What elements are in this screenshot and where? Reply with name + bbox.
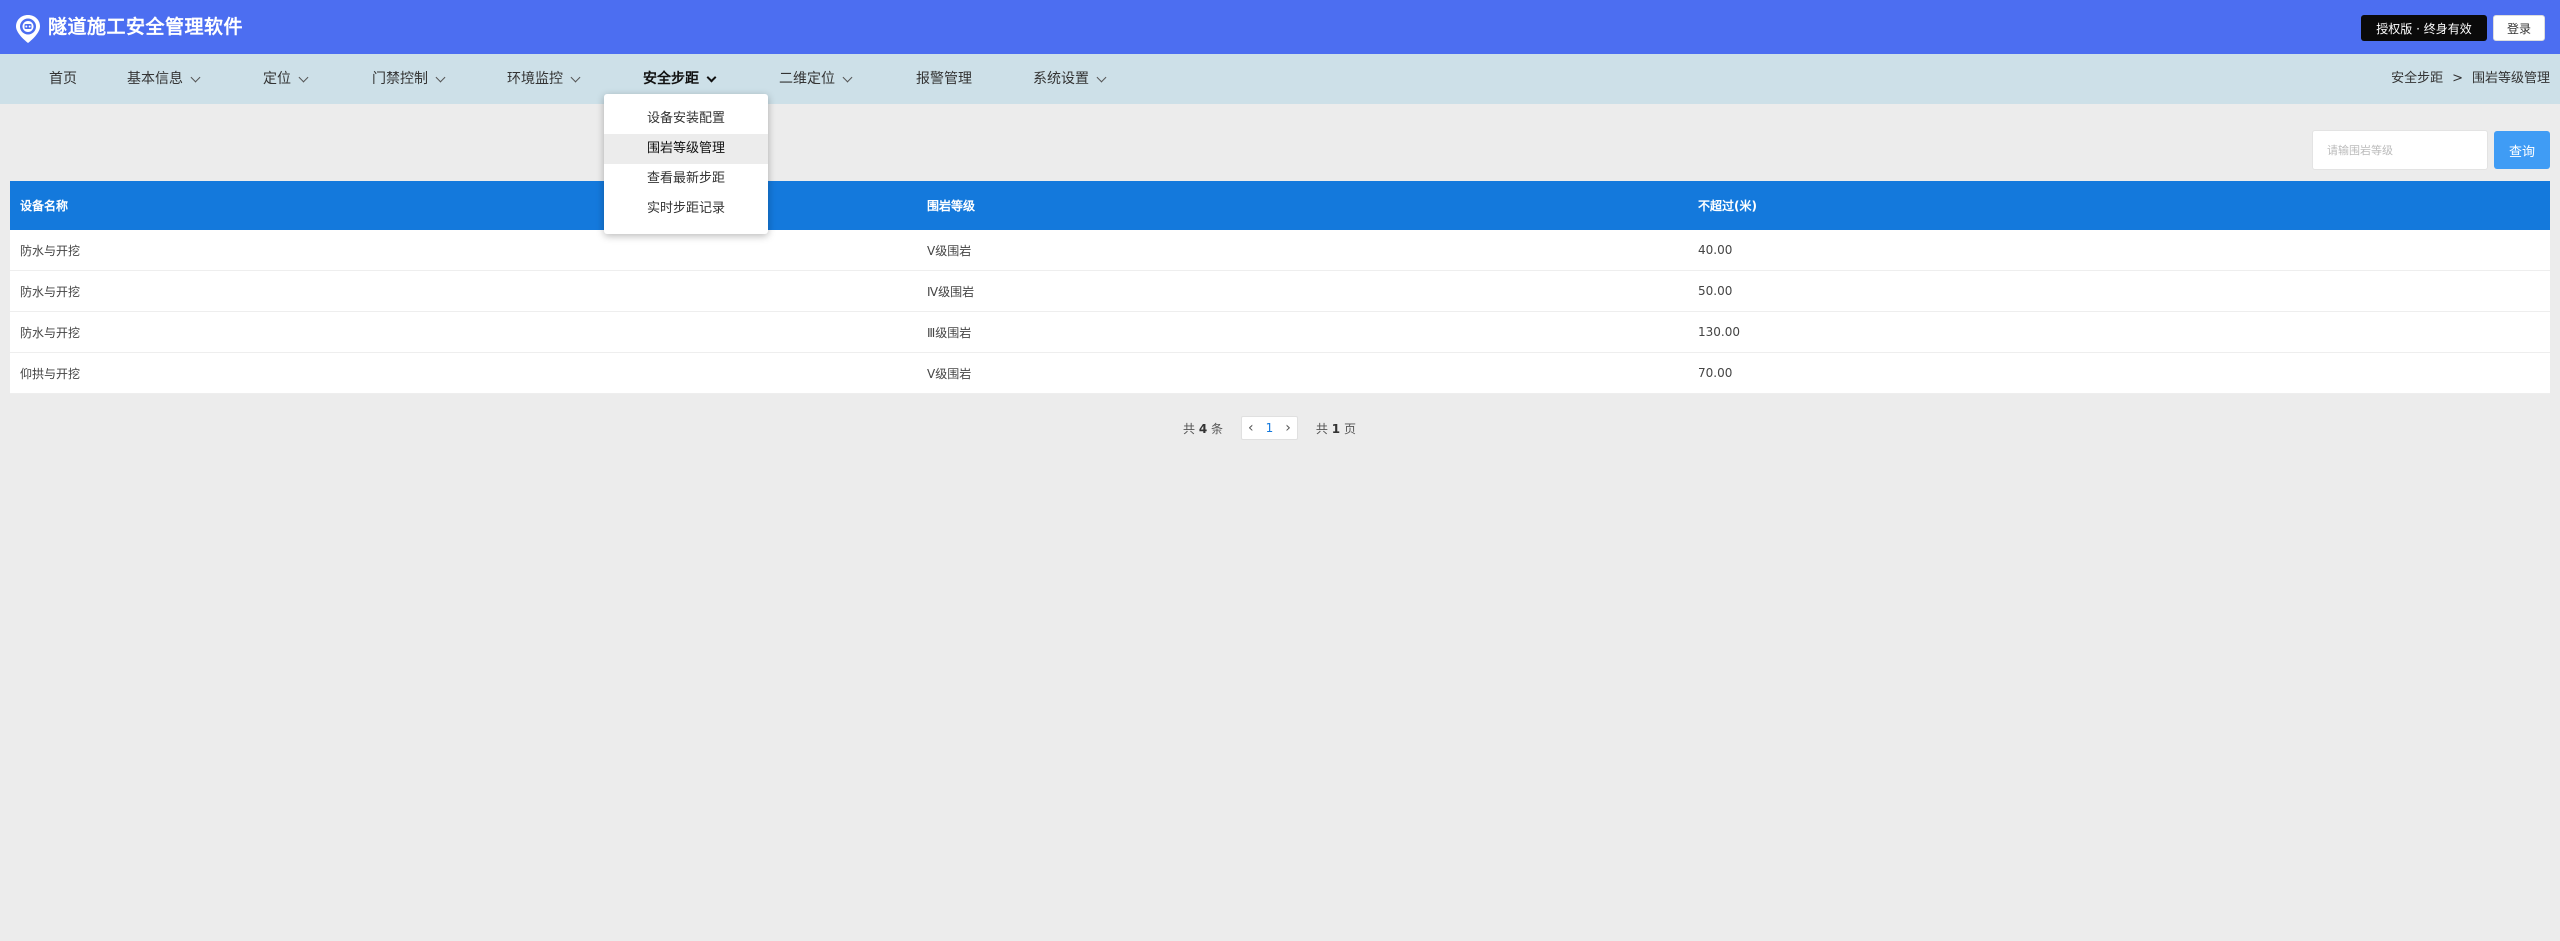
cell-rock-grade: Ⅳ级围岩 [927,284,975,299]
nav-item-label: 定位 [263,71,291,87]
nav-item-positioning[interactable]: 定位 [263,54,309,104]
chevron-down-icon [1096,72,1107,82]
pagination: 共 4 条 ‹ 1 › 共 1 页 [1183,416,1356,440]
column-header-rock-grade[interactable]: 围岩等级 [927,181,975,230]
cell-rock-grade: Ⅲ级围岩 [927,325,972,340]
app-title: 隧道施工安全管理软件 [48,16,244,38]
pages-prefix: 共 [1315,421,1328,436]
breadcrumb-separator: > [2452,71,2463,86]
total-prefix: 共 [1183,421,1196,436]
total-suffix: 条 [1211,421,1224,436]
login-button[interactable]: 登录 [2493,15,2545,41]
pages-count: 1 [1331,421,1341,436]
cell-max-distance: 130.00 [1698,325,1740,339]
nav-item-label: 系统设置 [1033,71,1089,87]
top-header: 隧道施工安全管理软件 授权版 · 终身有效 登录 [0,0,2560,54]
chevron-down-icon [435,72,446,82]
cell-rock-grade: Ⅴ级围岩 [927,366,972,381]
cell-max-distance: 40.00 [1698,243,1733,257]
menu-item-device-install-config[interactable]: 设备安装配置 [604,104,768,134]
chevron-down-icon [190,72,201,82]
table-row[interactable]: 防水与开挖 Ⅴ级围岩 40.00 [10,230,2550,271]
nav-item-2d-positioning[interactable]: 二维定位 [779,54,853,104]
chevron-left-icon[interactable]: ‹ [1248,418,1254,438]
chevron-down-icon [570,72,581,82]
nav-item-env-monitor[interactable]: 环境监控 [507,54,581,104]
breadcrumb: 安全步距 > 围岩等级管理 [2391,54,2550,104]
nav-item-label: 首页 [49,71,77,87]
rock-grade-search-input[interactable] [2312,130,2488,170]
rock-grade-table: 设备名称 围岩等级 不超过(米) 防水与开挖 Ⅴ级围岩 40.00 防水与开挖 … [10,181,2550,394]
nav-item-label: 报警管理 [916,71,972,87]
page-number[interactable]: 1 [1266,421,1274,435]
nav-item-access-control[interactable]: 门禁控制 [372,54,446,104]
cell-device-name: 防水与开挖 [20,284,81,299]
search-button[interactable]: 查询 [2494,131,2550,169]
nav-item-label: 环境监控 [507,71,563,87]
nav-item-basic-info[interactable]: 基本信息 [127,54,201,104]
total-count: 4 [1198,421,1208,436]
menu-item-rock-grade-management[interactable]: 围岩等级管理 [604,134,768,164]
chevron-down-icon [706,72,717,82]
total-pages-text: 共 1 页 [1316,420,1356,437]
chevron-down-icon [842,72,853,82]
breadcrumb-current: 围岩等级管理 [2471,71,2550,86]
nav-item-alarm[interactable]: 报警管理 [916,54,972,104]
safety-distance-dropdown: 设备安装配置 围岩等级管理 查看最新步距 实时步距记录 [604,94,768,234]
nav-item-settings[interactable]: 系统设置 [1033,54,1107,104]
table-row[interactable]: 防水与开挖 Ⅳ级围岩 50.00 [10,271,2550,312]
license-badge: 授权版 · 终身有效 [2361,15,2487,41]
location-pin-logo-icon [16,15,40,43]
pager-control: ‹ 1 › [1241,416,1298,440]
chevron-right-icon[interactable]: › [1285,418,1291,438]
cell-max-distance: 70.00 [1698,366,1733,380]
table-header: 设备名称 围岩等级 不超过(米) [10,181,2550,230]
column-header-max-distance[interactable]: 不超过(米) [1698,181,1757,230]
table-row[interactable]: 防水与开挖 Ⅲ级围岩 130.00 [10,312,2550,353]
cell-device-name: 防水与开挖 [20,325,81,340]
nav-item-label: 二维定位 [779,71,835,87]
chevron-down-icon [298,72,309,82]
menu-item-latest-distance[interactable]: 查看最新步距 [604,164,768,194]
cell-rock-grade: Ⅴ级围岩 [927,243,972,258]
menu-item-realtime-distance-log[interactable]: 实时步距记录 [604,194,768,224]
nav-item-home[interactable]: 首页 [49,54,77,104]
pages-suffix: 页 [1343,421,1356,436]
cell-device-name: 防水与开挖 [20,243,81,258]
nav-item-label: 基本信息 [127,71,183,87]
cell-max-distance: 50.00 [1698,284,1733,298]
table-row[interactable]: 仰拱与开挖 Ⅴ级围岩 70.00 [10,353,2550,394]
cell-device-name: 仰拱与开挖 [20,366,81,381]
nav-item-label: 门禁控制 [372,71,428,87]
main-nav: 首页 基本信息 定位 门禁控制 环境监控 安全步距 二维定位 报警管理 系统设置… [0,54,2560,104]
total-count-text: 共 4 条 [1183,420,1223,437]
breadcrumb-parent[interactable]: 安全步距 [2391,54,2443,104]
column-header-device-name[interactable]: 设备名称 [20,181,68,230]
